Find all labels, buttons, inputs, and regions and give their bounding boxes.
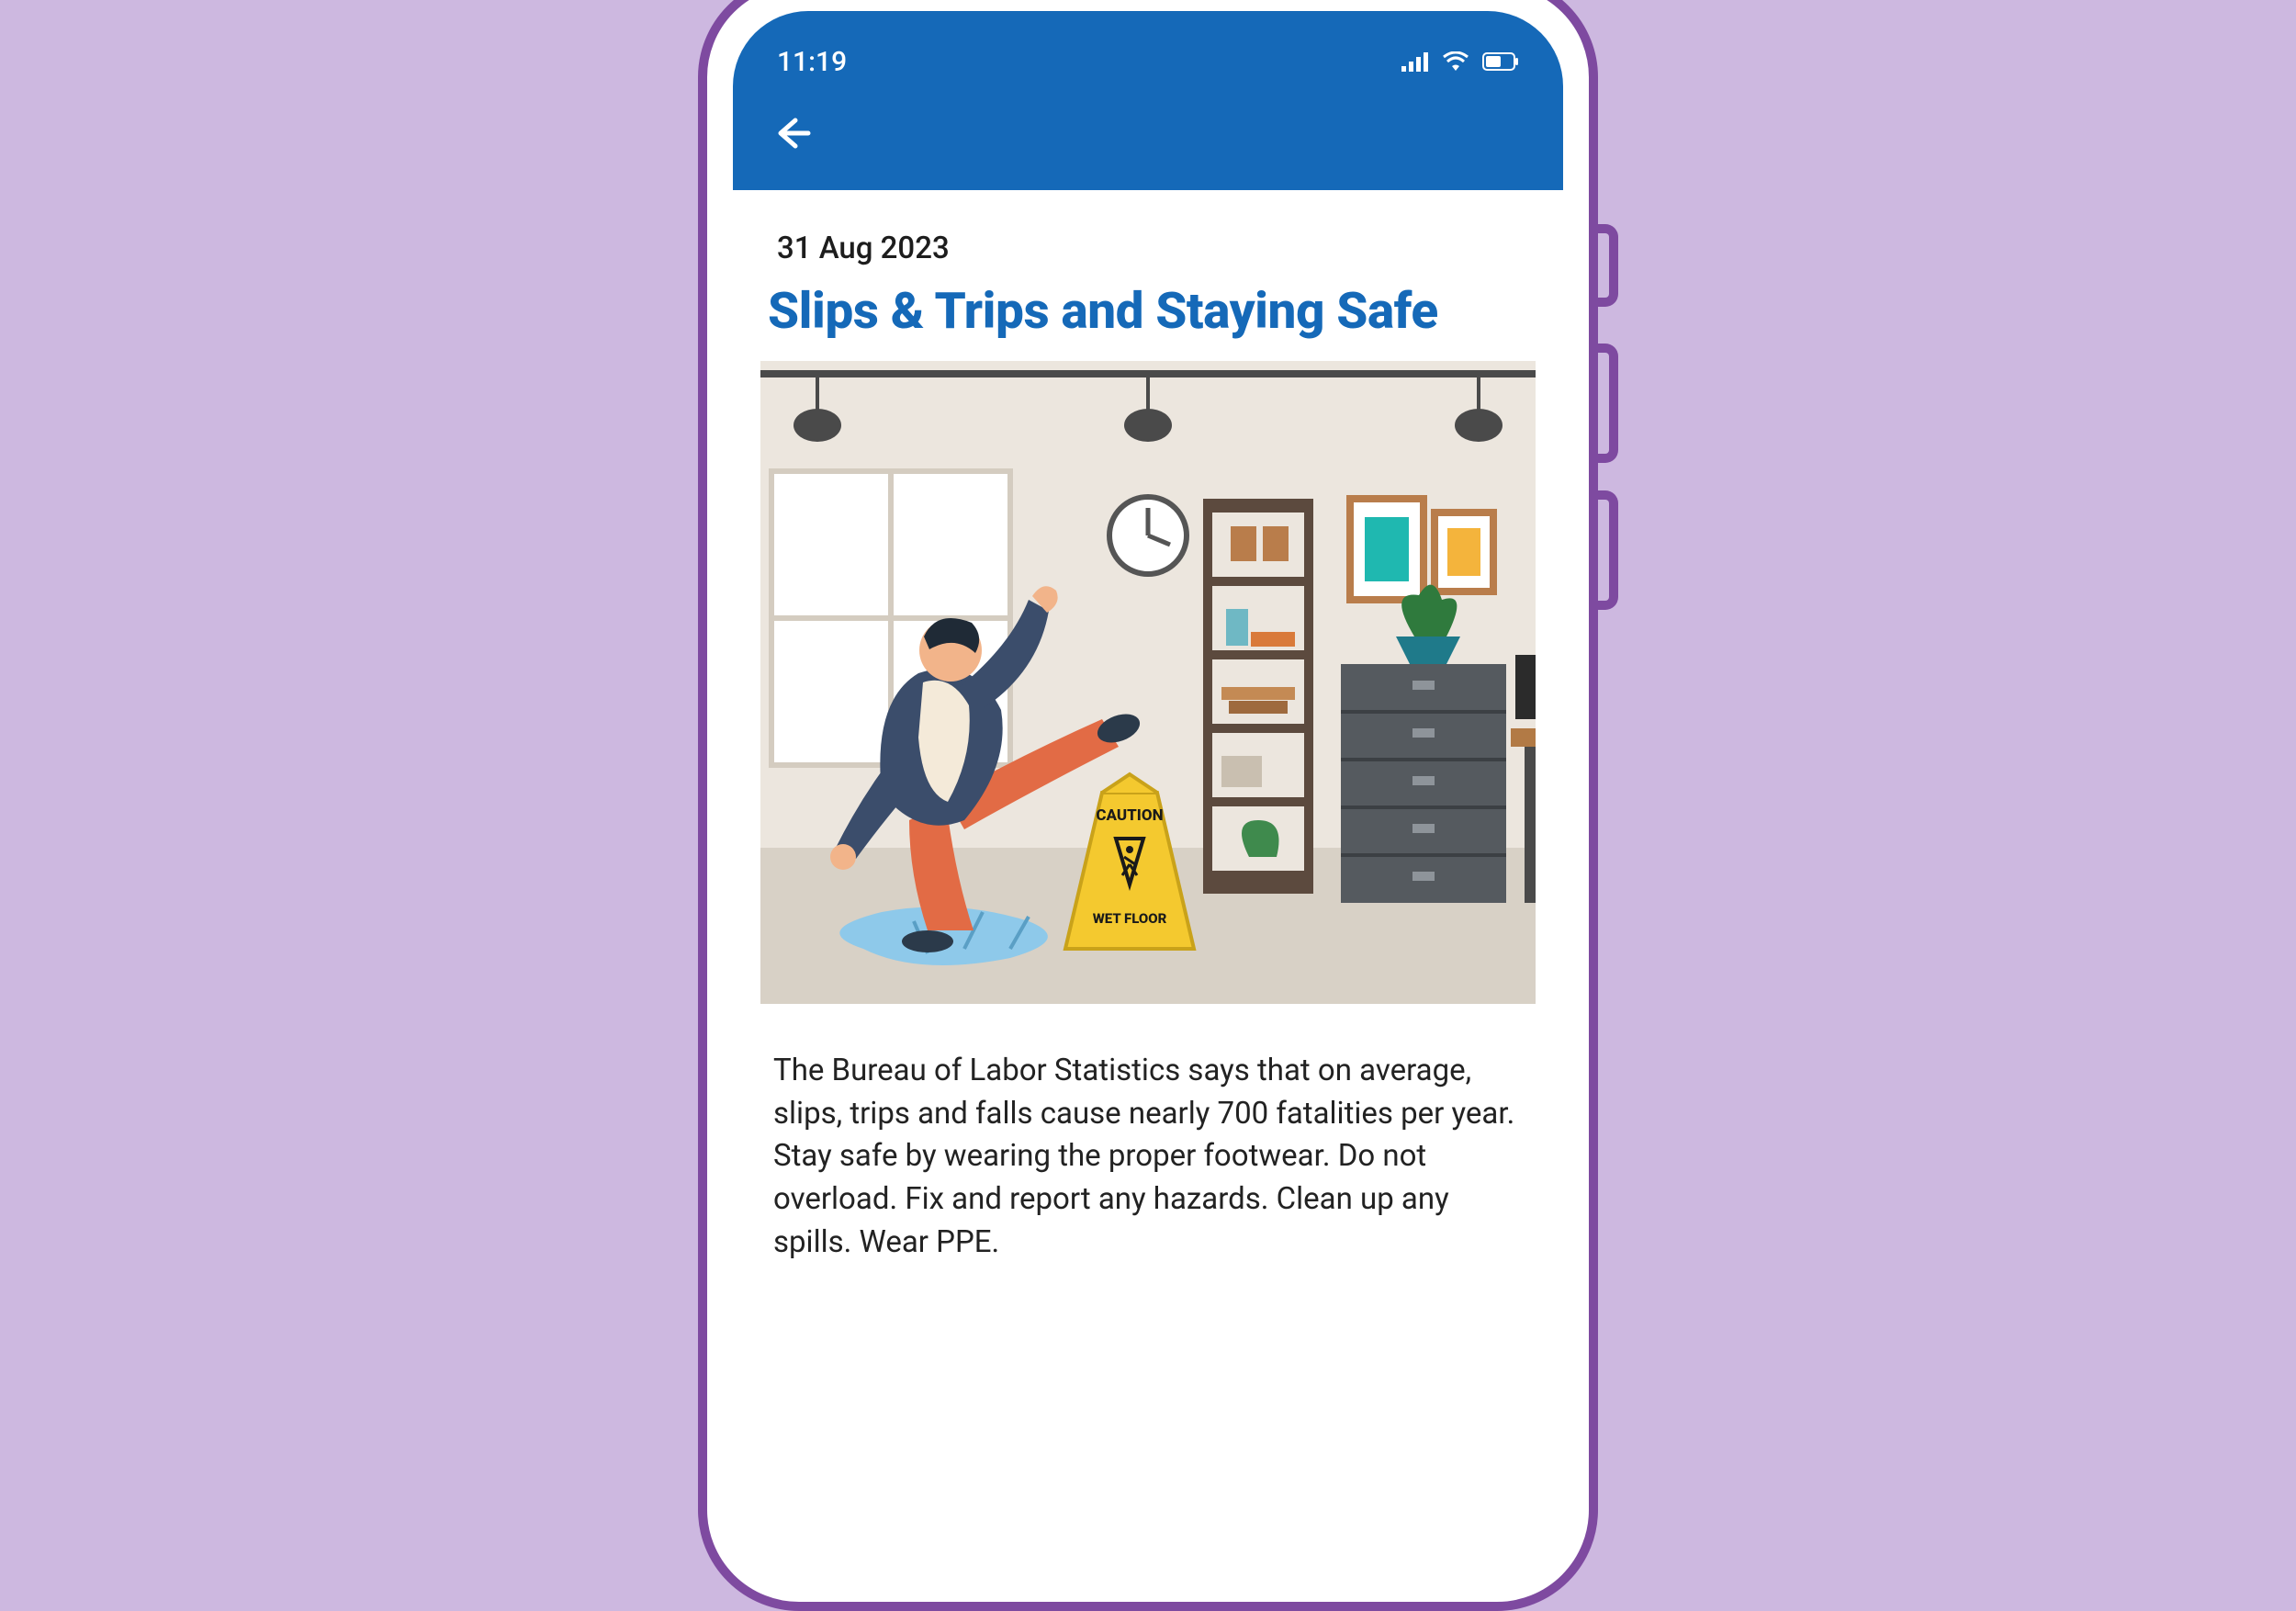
article-illustration: CAUTION WET FLOOR — [760, 361, 1536, 1004]
phone-side-button-1 — [1598, 224, 1618, 307]
status-time: 11:19 — [777, 46, 847, 78]
article-content: 31 Aug 2023 Slips & Trips and Staying Sa… — [733, 190, 1563, 1576]
phone-side-button-3 — [1598, 490, 1618, 610]
phone-body: 11:19 — [698, 0, 1598, 1611]
arrow-left-icon — [771, 113, 812, 153]
caution-sign-top: CAUTION — [1096, 806, 1163, 825]
article-title: Slips & Trips and Staying Safe — [768, 283, 1536, 341]
back-button[interactable] — [766, 107, 817, 159]
signal-icon — [1401, 51, 1429, 72]
phone-frame: 11:19 — [698, 0, 1598, 1611]
caution-sign-bottom: WET FLOOR — [1093, 910, 1167, 927]
screen: 11:19 — [733, 11, 1563, 1576]
status-icons — [1401, 51, 1519, 72]
article-date: 31 Aug 2023 — [777, 231, 1536, 266]
status-bar: 11:19 — [733, 46, 1563, 107]
wifi-icon — [1442, 51, 1469, 72]
phone-side-button-2 — [1598, 344, 1618, 463]
article-body: The Bureau of Labor Statistics says that… — [773, 1050, 1523, 1265]
app-header: 11:19 — [733, 11, 1563, 190]
battery-icon — [1482, 52, 1519, 71]
nav-bar — [733, 107, 1563, 159]
